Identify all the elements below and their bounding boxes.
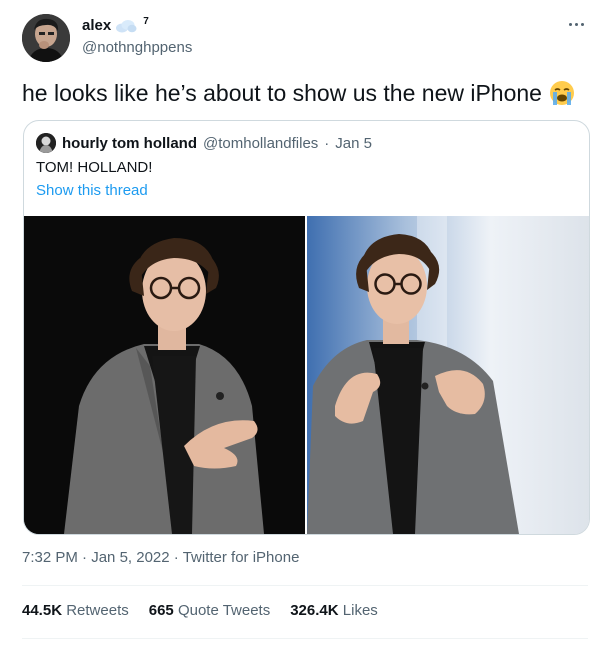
quoted-tweet-text: TOM! HOLLAND! (36, 159, 153, 176)
retweets-label: Retweets (66, 602, 129, 619)
divider (22, 638, 588, 639)
show-thread-link[interactable]: Show this thread (36, 182, 148, 199)
author-display-name[interactable]: alex (82, 17, 111, 34)
retweets-count: 44.5K (22, 602, 63, 619)
more-dot-icon (574, 22, 578, 26)
likes-label: Likes (342, 602, 378, 619)
tweet-date[interactable]: Jan 5, 2022 (91, 549, 169, 566)
loudly-crying-face-icon (548, 79, 576, 107)
quoted-tweet-header: hourly tom holland @tomhollandfiles · Ja… (36, 133, 372, 153)
quoted-media-grid (24, 216, 589, 534)
quoted-tweet[interactable]: hourly tom holland @tomhollandfiles · Ja… (23, 120, 590, 535)
tweet-card: alex 7 @nothnghppens he looks like he’s … (0, 0, 610, 649)
author-name-superscript: 7 (143, 16, 149, 27)
likes-stat[interactable]: 326.4K Likes (290, 602, 378, 619)
more-options-button[interactable] (564, 14, 588, 34)
quoted-date[interactable]: Jan 5 (335, 135, 372, 152)
author-avatar[interactable] (22, 14, 70, 62)
tweet-text: he looks like he’s about to show us the … (22, 78, 576, 108)
quoted-handle[interactable]: @tomhollandfiles (203, 135, 318, 152)
more-dot-icon (568, 22, 572, 26)
cloud-icon (115, 19, 137, 33)
tweet-time[interactable]: 7:32 PM (22, 549, 78, 566)
quote-tweets-count: 665 (148, 602, 174, 619)
divider (22, 585, 588, 586)
quoted-photo-1[interactable] (24, 216, 305, 534)
quoted-separator: · (324, 134, 330, 152)
tweet-meta: 7:32 PM · Jan 5, 2022 · Twitter for iPho… (22, 549, 299, 566)
engagement-stats: 44.5K Retweets 665 Quote Tweets 326.4K L… (22, 602, 378, 619)
quoted-photo-2[interactable] (307, 216, 589, 534)
retweets-stat[interactable]: 44.5K Retweets (22, 602, 129, 619)
quoted-author-avatar[interactable] (36, 133, 56, 153)
author-name-row[interactable]: alex 7 (82, 16, 149, 34)
likes-count: 326.4K (290, 602, 339, 619)
meta-separator: · (82, 549, 88, 566)
author-handle[interactable]: @nothnghppens (82, 39, 192, 56)
quote-tweets-stat[interactable]: 665 Quote Tweets (149, 602, 270, 619)
tweet-body: he looks like he’s about to show us the … (22, 80, 542, 106)
quoted-display-name[interactable]: hourly tom holland (62, 135, 197, 152)
tweet-source[interactable]: Twitter for iPhone (183, 549, 300, 566)
more-dot-icon (580, 22, 584, 26)
quote-tweets-label: Quote Tweets (177, 602, 271, 619)
meta-separator: · (173, 549, 179, 566)
